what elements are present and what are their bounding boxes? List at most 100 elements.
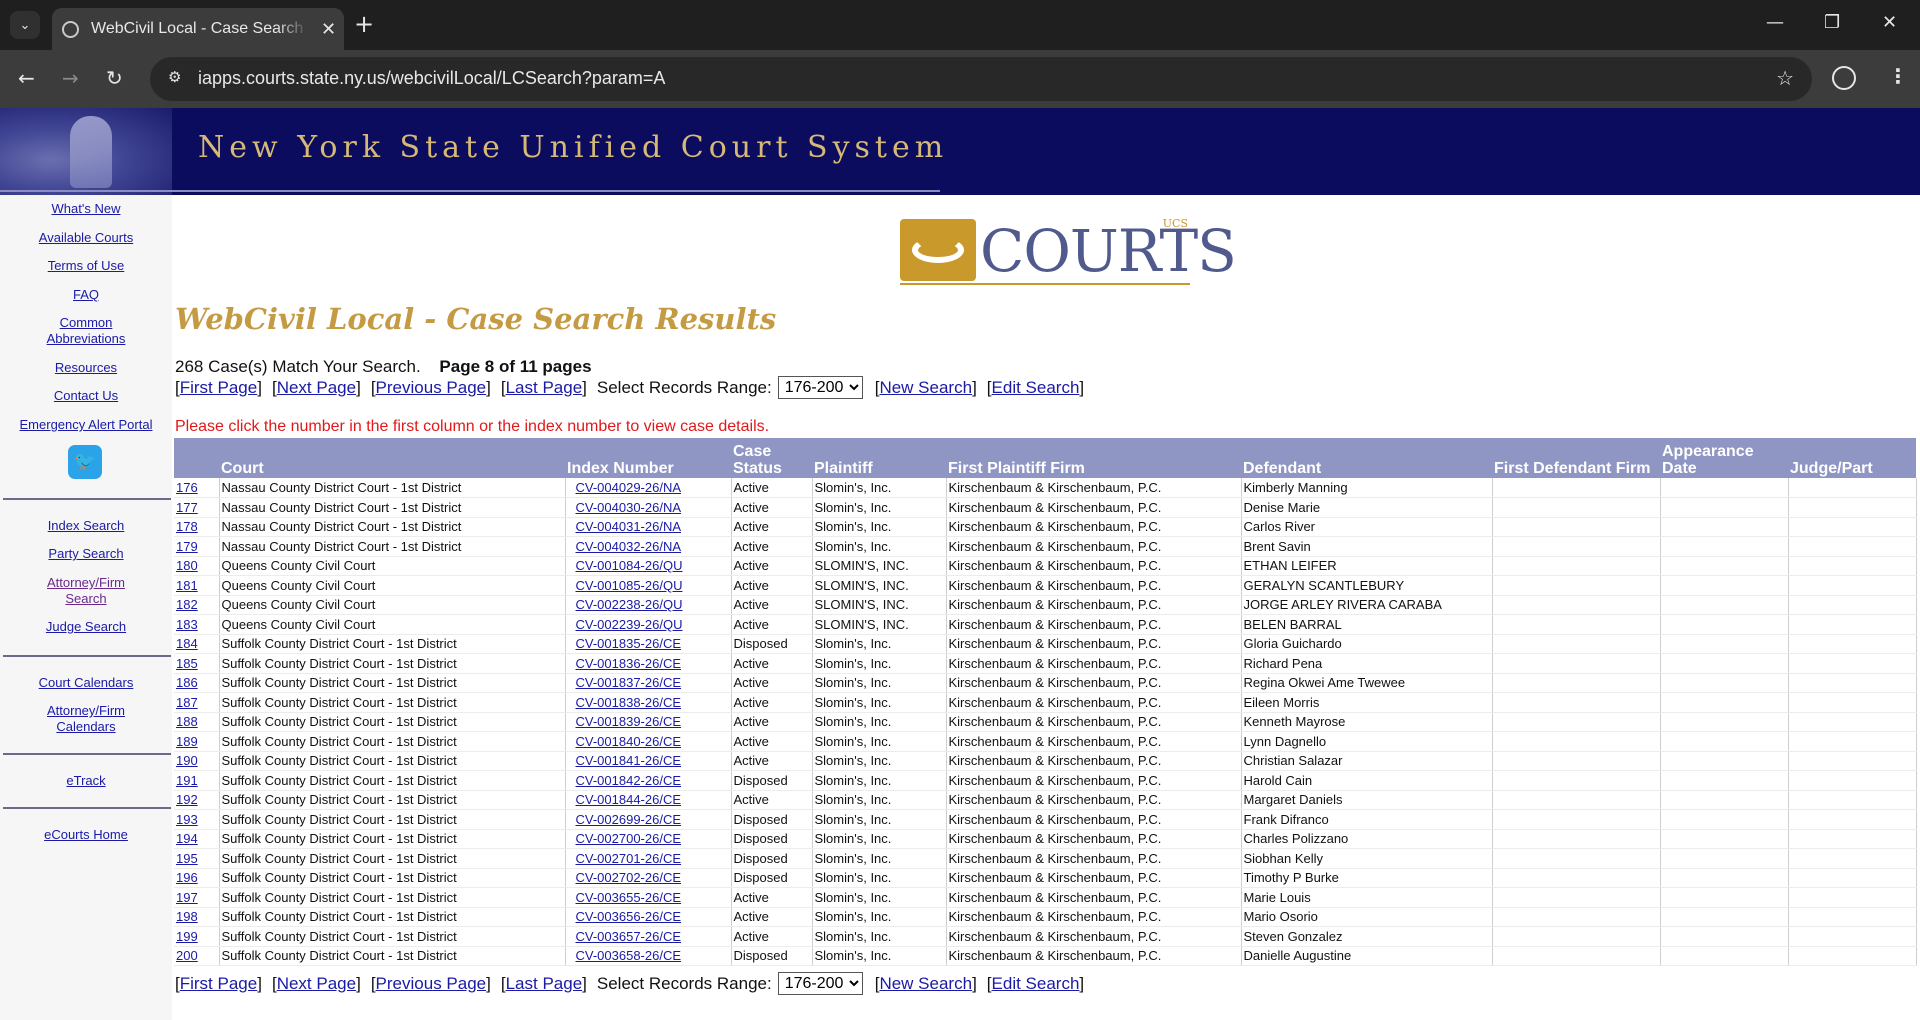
browser-tab-active[interactable]: WebCivil Local - Case Search Results ✕ [52, 8, 344, 50]
reload-icon[interactable]: ↻ [106, 66, 123, 90]
index-number-link[interactable]: CV-001085-26/QU [576, 578, 683, 593]
address-bar[interactable]: ⚙ iapps.courts.state.ny.us/webcivilLocal… [150, 57, 1812, 101]
index-number-link[interactable]: CV-003656-26/CE [576, 909, 682, 924]
close-icon[interactable]: ✕ [321, 19, 336, 40]
case-number-link[interactable]: 185 [176, 656, 198, 671]
case-number-link[interactable]: 197 [176, 890, 198, 905]
case-number-link[interactable]: 177 [176, 500, 198, 515]
records-range-select[interactable]: 176-200 [777, 376, 863, 399]
first-page-link[interactable]: First Page [180, 378, 257, 398]
edit-search-link[interactable]: Edit Search [992, 974, 1080, 994]
case-number-link[interactable]: 184 [176, 636, 198, 651]
edit-search-link[interactable]: Edit Search [992, 378, 1080, 398]
sidebar-link-ecourts-home[interactable]: eCourts Home [0, 827, 172, 843]
case-number-link[interactable]: 193 [176, 812, 198, 827]
sidebar-link-attorney-firm-search[interactable]: Attorney/Firm Search [31, 575, 141, 607]
twitter-icon[interactable]: 🐦 [68, 445, 102, 479]
new-search-link[interactable]: New Search [879, 974, 972, 994]
sidebar-link-emergency-alert-portal[interactable]: Emergency Alert Portal [0, 417, 172, 433]
index-number-link[interactable]: CV-001836-26/CE [576, 656, 682, 671]
restore-icon[interactable]: ❐ [1824, 12, 1840, 33]
bookmark-star-icon[interactable]: ☆ [1776, 66, 1794, 90]
index-number-link[interactable]: CV-001840-26/CE [576, 734, 682, 749]
forward-arrow-icon[interactable]: → [62, 66, 79, 90]
case-status-cell: Active [731, 692, 813, 713]
index-number-link[interactable]: CV-001844-26/CE [576, 792, 682, 807]
case-number-link[interactable]: 195 [176, 851, 198, 866]
next-page-link[interactable]: Next Page [277, 378, 356, 398]
index-number-link[interactable]: CV-003655-26/CE [576, 890, 682, 905]
sidebar-link-resources[interactable]: Resources [0, 360, 172, 376]
previous-page-link[interactable]: Previous Page [376, 974, 487, 994]
case-number-link[interactable]: 198 [176, 909, 198, 924]
case-number-link[interactable]: 182 [176, 597, 198, 612]
index-number-link[interactable]: CV-002238-26/QU [576, 597, 683, 612]
case-status-cell: Active [731, 478, 813, 498]
index-number-link[interactable]: CV-001841-26/CE [576, 753, 682, 768]
case-number-link[interactable]: 180 [176, 558, 198, 573]
sidebar-link-court-calendars[interactable]: Court Calendars [0, 675, 172, 691]
first-page-link[interactable]: First Page [180, 974, 257, 994]
index-number-link[interactable]: CV-002702-26/CE [576, 870, 682, 885]
case-number-link[interactable]: 187 [176, 695, 198, 710]
sidebar-link-contact-us[interactable]: Contact Us [0, 388, 172, 404]
case-number-link[interactable]: 191 [176, 773, 198, 788]
close-window-icon[interactable]: ✕ [1882, 12, 1897, 33]
index-number-link[interactable]: CV-001837-26/CE [576, 675, 682, 690]
case-number-link[interactable]: 200 [176, 948, 198, 963]
index-number-link[interactable]: CV-002239-26/QU [576, 617, 683, 632]
case-number-link[interactable]: 181 [176, 578, 198, 593]
case-number-link[interactable]: 178 [176, 519, 198, 534]
case-number-link[interactable]: 190 [176, 753, 198, 768]
minimize-icon[interactable]: — [1766, 12, 1784, 33]
sidebar-link-party-search[interactable]: Party Search [0, 546, 172, 562]
case-number-link[interactable]: 186 [176, 675, 198, 690]
index-number-link[interactable]: CV-002701-26/CE [576, 851, 682, 866]
sidebar-link-terms-of-use[interactable]: Terms of Use [0, 258, 172, 274]
next-page-link[interactable]: Next Page [277, 974, 356, 994]
case-number-link[interactable]: 179 [176, 539, 198, 554]
case-number-link[interactable]: 176 [176, 480, 198, 495]
new-tab-button[interactable]: + [354, 12, 374, 36]
back-arrow-icon[interactable]: ← [18, 66, 35, 90]
sidebar-link-faq[interactable]: FAQ [0, 287, 172, 303]
index-number-link[interactable]: CV-004032-26/NA [576, 539, 682, 554]
sidebar-link-whats-new[interactable]: What's New [0, 201, 172, 217]
previous-page-link[interactable]: Previous Page [376, 378, 487, 398]
sidebar-link-available-courts[interactable]: Available Courts [0, 230, 172, 246]
last-page-link[interactable]: Last Page [506, 378, 583, 398]
url-text[interactable]: iapps.courts.state.ny.us/webcivilLocal/L… [198, 68, 665, 89]
index-number-link[interactable]: CV-002700-26/CE [576, 831, 682, 846]
defendant-cell: Eileen Morris [1241, 692, 1493, 713]
profile-icon[interactable] [1832, 66, 1856, 90]
index-number-link[interactable]: CV-001084-26/QU [576, 558, 683, 573]
case-number-link[interactable]: 189 [176, 734, 198, 749]
case-number-link[interactable]: 194 [176, 831, 198, 846]
case-number-link[interactable]: 199 [176, 929, 198, 944]
sidebar-link-attorney-firm-calendars[interactable]: Attorney/Firm Calendars [31, 703, 141, 735]
index-number-link[interactable]: CV-004031-26/NA [576, 519, 682, 534]
sidebar-link-index-search[interactable]: Index Search [0, 518, 172, 534]
case-number-link[interactable]: 183 [176, 617, 198, 632]
index-number-link[interactable]: CV-004030-26/NA [576, 500, 682, 515]
records-range-select[interactable]: 176-200 [777, 972, 863, 995]
sidebar-link-judge-search[interactable]: Judge Search [0, 619, 172, 635]
index-number-link[interactable]: CV-001839-26/CE [576, 714, 682, 729]
index-number-link[interactable]: CV-001835-26/CE [576, 636, 682, 651]
case-number-link[interactable]: 192 [176, 792, 198, 807]
new-search-link[interactable]: New Search [879, 378, 972, 398]
sidebar-link-etrack[interactable]: eTrack [0, 773, 172, 789]
index-number-link[interactable]: CV-001838-26/CE [576, 695, 682, 710]
index-number-link[interactable]: CV-001842-26/CE [576, 773, 682, 788]
case-number-link[interactable]: 188 [176, 714, 198, 729]
site-settings-icon[interactable]: ⚙ [168, 68, 181, 86]
index-number-link[interactable]: CV-003658-26/CE [576, 948, 682, 963]
more-menu-icon[interactable]: ⋮ [1888, 64, 1908, 88]
index-number-link[interactable]: CV-003657-26/CE [576, 929, 682, 944]
case-number-link[interactable]: 196 [176, 870, 198, 885]
index-number-link[interactable]: CV-002699-26/CE [576, 812, 682, 827]
tab-search-button[interactable]: ⌄ [10, 11, 40, 39]
index-number-link[interactable]: CV-004029-26/NA [576, 480, 682, 495]
sidebar-link-common-abbreviations[interactable]: Common Abbreviations [31, 315, 141, 347]
last-page-link[interactable]: Last Page [506, 974, 583, 994]
